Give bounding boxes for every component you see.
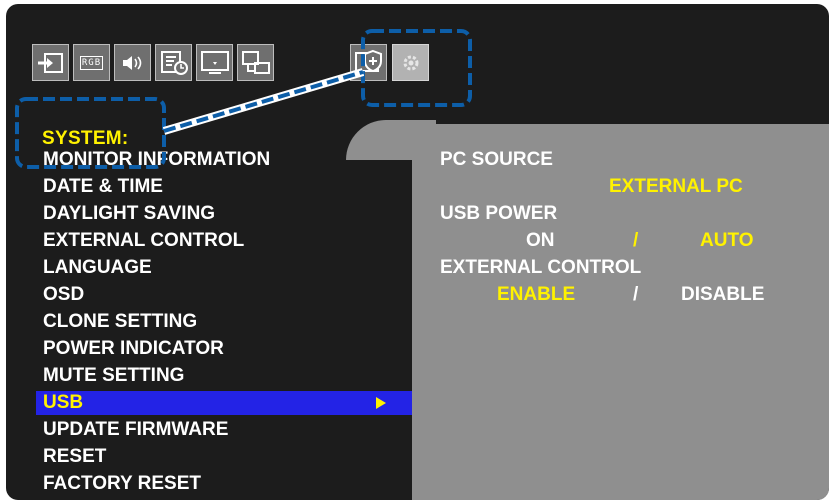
tab-audio[interactable] [114, 44, 151, 81]
menu-item-update-firmware[interactable]: UPDATE FIRMWARE [36, 418, 412, 442]
osd-window: RGB SYSTEM: MONITOR INFORMATION DATE & T… [6, 4, 829, 500]
menu-item-clone-setting[interactable]: CLONE SETTING [36, 310, 412, 334]
menu-item-mute-setting[interactable]: MUTE SETTING [36, 364, 412, 388]
menu-item-osd[interactable]: OSD [36, 283, 412, 307]
schedule-icon [160, 50, 188, 75]
menu-item-usb-label: USB [43, 392, 84, 413]
tab-rgb[interactable]: RGB [73, 44, 110, 81]
system-gear-icon [403, 55, 418, 70]
external-control-label: EXTERNAL CONTROL [440, 257, 642, 278]
menu-title: SYSTEM: [42, 128, 129, 149]
usb-power-auto-option[interactable]: AUTO [700, 229, 753, 253]
pc-source-label: PC SOURCE [440, 149, 553, 170]
input-icon [37, 52, 63, 73]
external-control-disable-option[interactable]: DISABLE [681, 283, 764, 307]
menu-item-date-time[interactable]: DATE & TIME [36, 175, 412, 199]
rgb-icon: RGB [79, 55, 104, 70]
external-control-enable-option[interactable]: ENABLE [497, 283, 575, 307]
usb-power-separator: / [633, 230, 639, 251]
menu-item-usb[interactable]: USB [36, 391, 412, 415]
speaker-icon [122, 55, 141, 70]
menu-item-power-indicator[interactable]: POWER INDICATOR [36, 337, 412, 361]
menu-item-external-control[interactable]: EXTERNAL CONTROL [36, 229, 412, 253]
menu-item-language[interactable]: LANGUAGE [36, 256, 412, 280]
tab-multi-display[interactable] [237, 44, 274, 81]
external-control-separator: / [633, 284, 639, 305]
tab-input[interactable] [32, 44, 69, 81]
tab-picture[interactable] [196, 44, 233, 81]
submenu-arrow-icon [376, 397, 386, 409]
tab-system[interactable] [392, 44, 429, 81]
usb-power-on-option[interactable]: ON [526, 229, 555, 253]
usb-power-label: USB POWER [440, 203, 558, 224]
protect-icon [354, 49, 382, 72]
tab-protect[interactable] [350, 44, 387, 81]
menu-item-daylight-saving[interactable]: DAYLIGHT SAVING [36, 202, 412, 226]
tab-schedule[interactable] [155, 44, 192, 81]
menu-item-monitor-information[interactable]: MONITOR INFORMATION [36, 148, 412, 172]
menu-item-factory-reset[interactable]: FACTORY RESET [36, 472, 412, 496]
monitor-icon [200, 50, 229, 74]
pc-source-value[interactable]: EXTERNAL PC [609, 175, 743, 199]
multi-monitor-icon [241, 50, 270, 74]
menu-item-reset[interactable]: RESET [36, 445, 412, 469]
